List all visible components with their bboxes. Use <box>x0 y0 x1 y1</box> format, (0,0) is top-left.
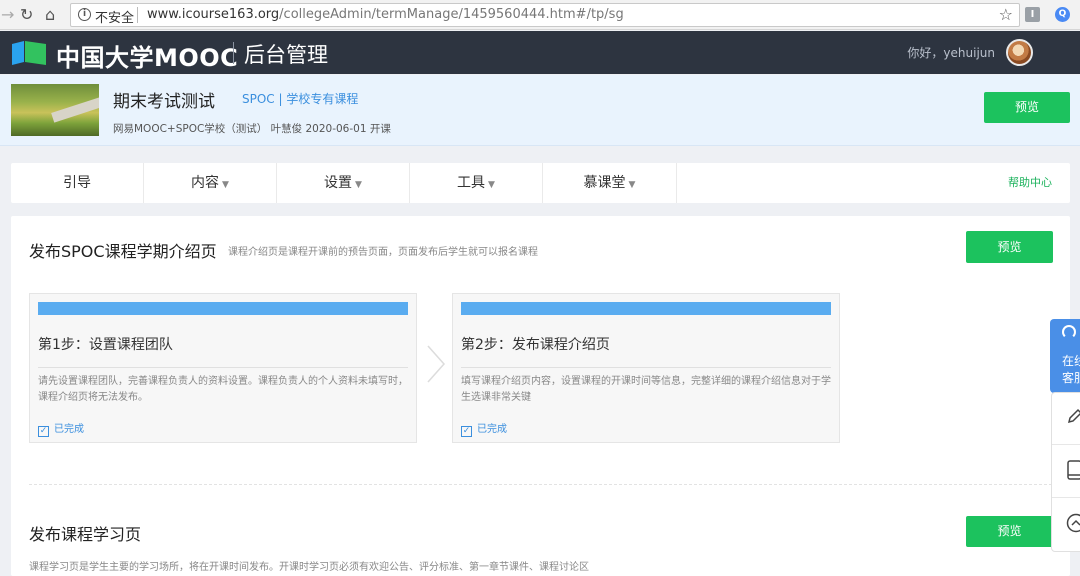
reload-icon[interactable]: ↻ <box>20 5 33 24</box>
user-greeting[interactable]: 你好，yehuijun <box>907 44 995 61</box>
tab-settings[interactable]: 设置 ▼ <box>277 163 410 203</box>
url-text[interactable]: www.icourse163.org/collegeAdmin/termMana… <box>147 7 624 22</box>
extension-icon[interactable]: I <box>1025 7 1040 22</box>
course-title: 期末考试测试 <box>113 92 215 112</box>
section-desc-intro-page: 课程介绍页是课程开课前的预告页面，页面发布后学生就可以报名课程 <box>228 247 538 258</box>
back-to-top-button[interactable] <box>1052 499 1080 551</box>
tab-tools[interactable]: 工具 ▼ <box>410 163 543 203</box>
mooc-logo-icon[interactable] <box>12 41 46 65</box>
site-header: 中国大学MOOC 后台管理 你好，yehuijun <box>0 31 1080 74</box>
online-service-button[interactable]: 在线客服 <box>1050 319 1080 393</box>
extension-search-icon[interactable]: Q <box>1055 7 1070 22</box>
section-title-intro-page: 发布SPOC课程学期介绍页 <box>29 242 217 261</box>
caret-down-icon: ▼ <box>355 180 362 190</box>
site-logo-text[interactable]: 中国大学MOOC <box>56 38 238 73</box>
tab-guide[interactable]: 引导 <box>11 163 144 203</box>
step-title: 第1步：设置课程团队 <box>38 337 173 353</box>
course-meta: 网易MOOC+SPOC学校（测试） 叶慧俊 2020-06-01 开课 <box>113 123 391 135</box>
admin-title: 后台管理 <box>244 43 328 67</box>
caret-down-icon: ▼ <box>222 180 229 190</box>
browser-toolbar: → ↻ ⌂ i 不安全 www.icourse163.org/collegeAd… <box>0 0 1080 30</box>
avatar[interactable] <box>1006 39 1033 66</box>
tablet-tool-button[interactable] <box>1052 446 1080 498</box>
step-card-2[interactable]: 第2步：发布课程介绍页 填写课程介绍页内容，设置课程的开课时间等信息，完整详细的… <box>452 293 840 443</box>
address-bar[interactable]: i 不安全 www.icourse163.org/collegeAdmin/te… <box>70 3 1020 27</box>
caret-down-icon: ▼ <box>488 180 495 190</box>
learning-preview-button[interactable]: 预览 <box>966 516 1053 547</box>
step-card-1[interactable]: 第1步：设置课程团队 请先设置课程团队，完善课程负责人的资料设置。课程负责人的个… <box>29 293 417 443</box>
bookmark-star-icon[interactable]: ☆ <box>999 5 1013 24</box>
checkbox-checked-icon: ✓ <box>461 426 472 437</box>
course-preview-button[interactable]: 预览 <box>984 92 1070 123</box>
course-thumbnail <box>11 84 99 136</box>
section-title-learning-page: 发布课程学习页 <box>29 525 142 544</box>
arrow-up-circle-icon <box>1066 513 1080 533</box>
tab-content[interactable]: 内容 ▼ <box>144 163 277 203</box>
course-info-bar: 期末考试测试 SPOC | 学校专有课程 网易MOOC+SPOC学校（测试） 叶… <box>0 75 1080 146</box>
home-icon[interactable]: ⌂ <box>45 5 55 24</box>
caret-down-icon: ▼ <box>628 180 636 190</box>
section-desc-learning-page: 课程学习页是学生主要的学习场所，将在开课时间发布。开课时学习页必须有欢迎公告、评… <box>29 562 589 573</box>
course-type-tag: SPOC | 学校专有课程 <box>242 92 359 106</box>
tablet-icon <box>1067 460 1080 480</box>
checkbox-checked-icon: ✓ <box>38 426 49 437</box>
step-progress-bar <box>461 302 831 315</box>
edit-tool-button[interactable] <box>1052 393 1080 445</box>
step-status: ✓ 已完成 <box>38 424 84 437</box>
floating-toolbar <box>1051 392 1080 552</box>
step-progress-bar <box>38 302 408 315</box>
course-tab-nav: 引导 内容 ▼ 设置 ▼ 工具 ▼ 慕课堂 ▼ 帮助中心 <box>11 163 1070 203</box>
security-label: 不安全 <box>95 11 135 26</box>
step-desc: 请先设置课程团队，完善课程负责人的资料设置。课程负责人的个人资料未填写时，课程介… <box>38 376 408 403</box>
headset-icon <box>1062 325 1076 339</box>
pencil-icon <box>1067 408 1080 424</box>
step-title: 第2步：发布课程介绍页 <box>461 337 610 353</box>
chevron-right-icon <box>427 345 446 383</box>
tab-mooc-classroom[interactable]: 慕课堂 ▼ <box>543 163 677 203</box>
step-status: ✓ 已完成 <box>461 424 507 437</box>
step-desc: 填写课程介绍页内容，设置课程的开课时间等信息，完整详细的课程介绍信息对于学生选课… <box>461 376 831 403</box>
info-icon[interactable]: i <box>78 8 91 21</box>
help-center-link[interactable]: 帮助中心 <box>1008 163 1052 203</box>
publish-panel: 发布SPOC课程学期介绍页 课程介绍页是课程开课前的预告页面，页面发布后学生就可… <box>11 216 1070 576</box>
intro-preview-button[interactable]: 预览 <box>966 231 1053 263</box>
forward-icon[interactable]: → <box>1 5 14 24</box>
